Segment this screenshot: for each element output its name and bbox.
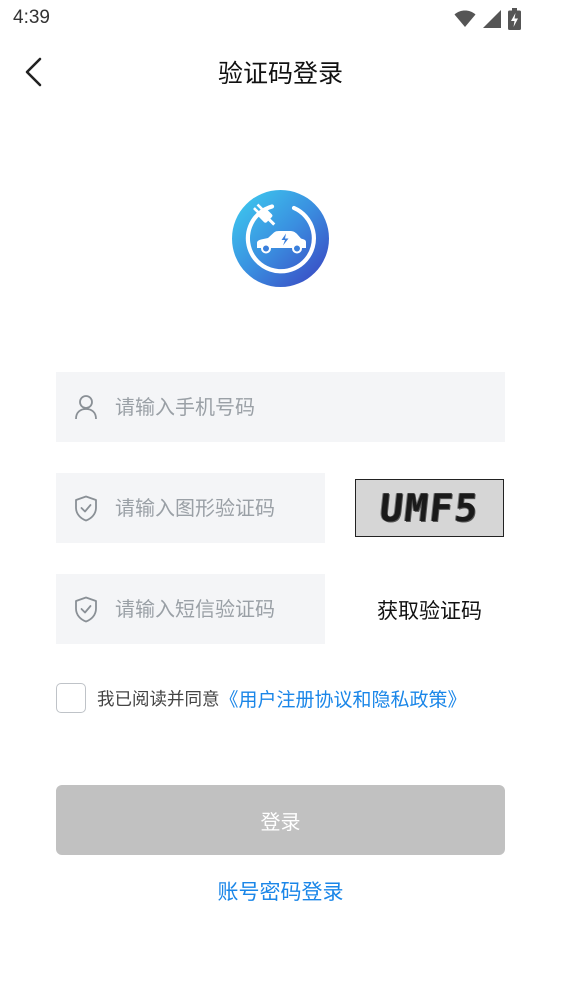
signal-icon	[482, 9, 502, 33]
sms-code-field	[56, 574, 325, 644]
wifi-icon	[454, 10, 476, 32]
image-code-input[interactable]	[115, 496, 325, 520]
agreement-checkbox[interactable]	[56, 683, 86, 713]
image-code-field	[56, 473, 325, 543]
nav-bar: 验证码登录	[0, 38, 561, 106]
captcha-text: UMF5	[377, 486, 482, 530]
status-time: 4:39	[13, 7, 50, 28]
page-title: 验证码登录	[217, 59, 343, 88]
captcha-image[interactable]: UMF5	[355, 479, 504, 537]
ev-charging-car-logo	[232, 190, 329, 287]
sms-code-input[interactable]	[115, 597, 325, 621]
user-icon	[73, 394, 99, 420]
phone-input[interactable]	[115, 395, 505, 419]
phone-field	[56, 372, 505, 442]
password-login-link[interactable]: 账号密码登录	[0, 876, 561, 906]
shield-check-icon	[73, 596, 99, 622]
status-icons	[454, 8, 521, 34]
agreement-row: 我已阅读并同意 《用户注册协议和隐私政策》	[56, 683, 467, 713]
app-logo	[232, 190, 329, 287]
status-bar: 4:39	[0, 0, 561, 38]
agreement-text: 我已阅读并同意	[97, 689, 220, 710]
battery-charging-icon	[508, 8, 521, 34]
get-code-button[interactable]: 获取验证码	[355, 590, 504, 630]
agreement-link[interactable]: 《用户注册协议和隐私政策》	[220, 685, 467, 712]
login-button[interactable]: 登录	[56, 785, 505, 855]
shield-check-icon	[73, 495, 99, 521]
